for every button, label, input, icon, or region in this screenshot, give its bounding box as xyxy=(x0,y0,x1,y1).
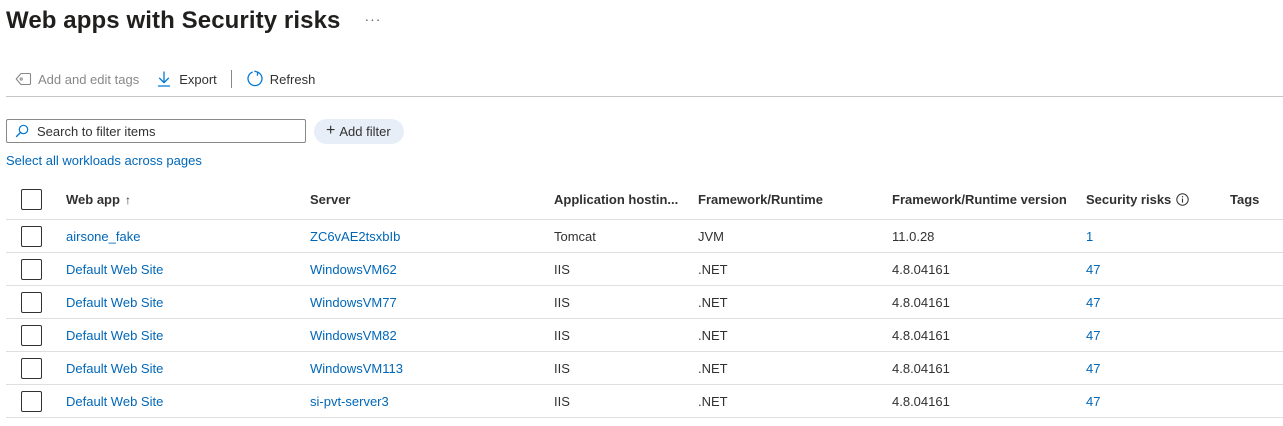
table-row[interactable]: airsone_fake ZC6vAE2tsxbIb Tomcat JVM 11… xyxy=(6,220,1283,253)
add-filter-button[interactable]: + Add filter xyxy=(314,119,404,144)
tags-cell xyxy=(1230,253,1280,285)
framework-cell: .NET xyxy=(698,294,728,310)
version-cell: 4.8.04161 xyxy=(892,294,950,310)
select-all-link[interactable]: Select all workloads across pages xyxy=(6,153,202,168)
refresh-button[interactable]: Refresh xyxy=(238,64,324,94)
framework-cell: JVM xyxy=(698,228,724,244)
row-checkbox[interactable] xyxy=(21,225,42,247)
row-checkbox[interactable] xyxy=(21,390,42,412)
framework-cell: .NET xyxy=(698,360,728,376)
column-header-server[interactable]: Server xyxy=(310,180,540,219)
toolbar: Add and edit tags Export Refresh xyxy=(6,64,323,94)
hosting-cell: Tomcat xyxy=(554,228,596,244)
table-row[interactable]: Default Web Site WindowsVM77 IIS .NET 4.… xyxy=(6,286,1283,319)
version-cell: 4.8.04161 xyxy=(892,261,950,277)
server-link[interactable]: WindowsVM113 xyxy=(310,352,540,384)
hosting-cell: IIS xyxy=(554,261,570,277)
web-app-link[interactable]: Default Web Site xyxy=(66,286,296,318)
search-box xyxy=(6,119,306,143)
table-row[interactable]: Default Web Site WindowsVM62 IIS .NET 4.… xyxy=(6,253,1283,286)
add-filter-label: Add filter xyxy=(339,124,391,139)
download-icon xyxy=(155,70,173,88)
hosting-cell: IIS xyxy=(554,327,570,343)
toolbar-divider xyxy=(6,96,1283,97)
table-header: Web app ↑ Server Application hostin... F… xyxy=(6,180,1283,220)
tags-cell xyxy=(1230,352,1280,384)
server-link[interactable]: WindowsVM62 xyxy=(310,253,540,285)
server-link[interactable]: si-pvt-server3 xyxy=(310,385,540,417)
framework-cell: .NET xyxy=(698,393,728,409)
search-input[interactable] xyxy=(37,123,292,139)
export-button[interactable]: Export xyxy=(147,64,225,94)
web-apps-table: Web app ↑ Server Application hostin... F… xyxy=(6,180,1283,418)
plus-icon: + xyxy=(326,121,336,139)
security-risks-link[interactable]: 47 xyxy=(1086,319,1216,351)
server-link[interactable]: WindowsVM82 xyxy=(310,319,540,351)
table-row[interactable]: Default Web Site si-pvt-server3 IIS .NET… xyxy=(6,385,1283,418)
web-app-link[interactable]: Default Web Site xyxy=(66,385,296,417)
security-risks-link[interactable]: 47 xyxy=(1086,286,1216,318)
hosting-cell: IIS xyxy=(554,360,570,376)
framework-cell: .NET xyxy=(698,327,728,343)
version-cell: 11.0.28 xyxy=(892,228,935,244)
column-header-web-app[interactable]: Web app ↑ xyxy=(66,180,296,219)
column-header-framework[interactable]: Framework/Runtime xyxy=(698,180,878,219)
row-checkbox[interactable] xyxy=(21,258,42,280)
select-all-checkbox[interactable] xyxy=(21,189,42,210)
column-header-security-risks[interactable]: Security risks xyxy=(1086,180,1216,219)
version-cell: 4.8.04161 xyxy=(892,360,950,376)
security-risks-link[interactable]: 47 xyxy=(1086,385,1216,417)
search-icon xyxy=(7,124,37,138)
column-header-tags[interactable]: Tags xyxy=(1230,180,1280,219)
version-cell: 4.8.04161 xyxy=(892,327,950,343)
more-options-button[interactable]: ··· xyxy=(364,11,381,27)
web-app-link[interactable]: airsone_fake xyxy=(66,220,296,252)
server-link[interactable]: WindowsVM77 xyxy=(310,286,540,318)
refresh-label: Refresh xyxy=(269,71,316,87)
hosting-cell: IIS xyxy=(554,393,570,409)
framework-cell: .NET xyxy=(698,261,728,277)
sort-ascending-icon: ↑ xyxy=(124,192,131,207)
table-row[interactable]: Default Web Site WindowsVM113 IIS .NET 4… xyxy=(6,352,1283,385)
column-header-version[interactable]: Framework/Runtime version xyxy=(892,180,1072,219)
tags-cell xyxy=(1230,319,1280,351)
row-checkbox[interactable] xyxy=(21,357,42,379)
tags-cell xyxy=(1230,286,1280,318)
toolbar-separator xyxy=(230,70,232,88)
add-edit-tags-button[interactable]: Add and edit tags xyxy=(6,64,147,94)
tags-cell xyxy=(1230,220,1280,252)
export-label: Export xyxy=(179,71,217,87)
version-cell: 4.8.04161 xyxy=(892,393,950,409)
security-risks-link[interactable]: 1 xyxy=(1086,220,1216,252)
server-link[interactable]: ZC6vAE2tsxbIb xyxy=(310,220,540,252)
row-checkbox[interactable] xyxy=(21,291,42,313)
hosting-cell: IIS xyxy=(554,294,570,310)
add-edit-tags-label: Add and edit tags xyxy=(38,71,140,87)
tags-cell xyxy=(1230,385,1280,417)
tag-icon xyxy=(14,70,32,88)
security-risks-link[interactable]: 47 xyxy=(1086,253,1216,285)
security-risks-link[interactable]: 47 xyxy=(1086,352,1216,384)
web-app-link[interactable]: Default Web Site xyxy=(66,319,296,351)
web-app-link[interactable]: Default Web Site xyxy=(66,352,296,384)
title-row: Web apps with Security risks ··· xyxy=(6,4,381,38)
row-checkbox[interactable] xyxy=(21,324,42,346)
web-app-link[interactable]: Default Web Site xyxy=(66,253,296,285)
refresh-icon xyxy=(246,70,264,88)
table-row[interactable]: Default Web Site WindowsVM82 IIS .NET 4.… xyxy=(6,319,1283,352)
info-icon[interactable] xyxy=(1176,193,1189,206)
page-title: Web apps with Security risks xyxy=(6,7,341,34)
column-header-hosting[interactable]: Application hostin... xyxy=(554,180,684,219)
